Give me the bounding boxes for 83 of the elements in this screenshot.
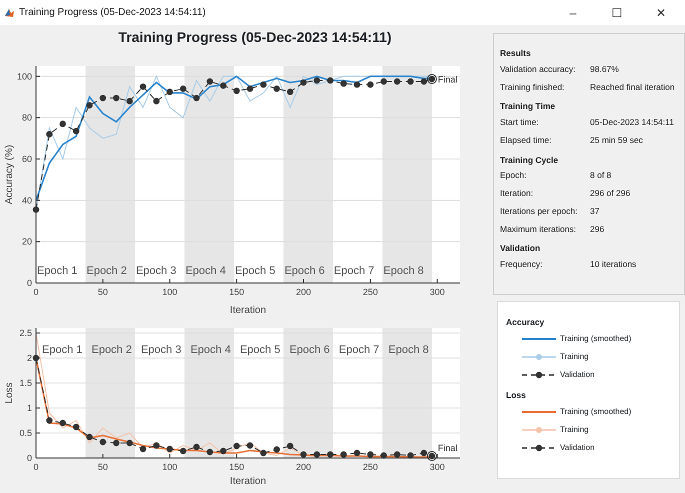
tick-label: 200 xyxy=(296,287,312,297)
info-value: 98.67% xyxy=(590,62,619,76)
section-heading: Validation xyxy=(500,242,542,255)
final-label: Final xyxy=(438,74,458,85)
legend-label: Validation xyxy=(560,442,595,454)
tick-label: 1.5 xyxy=(19,378,32,388)
info-value: 10 iterations xyxy=(590,258,636,271)
epoch-label: Epoch 5 xyxy=(234,265,276,277)
tick-label: 300 xyxy=(430,287,445,297)
tick-label: 300 xyxy=(430,462,445,472)
tick-label: 2 xyxy=(26,353,32,363)
epoch-label: Epoch 2 xyxy=(86,265,127,277)
y-axis-label: Accuracy (%) xyxy=(4,144,15,204)
legend-label: Training (smoothed) xyxy=(560,332,632,345)
info-value: 37 xyxy=(590,204,600,218)
tick-label: 40 xyxy=(22,195,32,206)
info-value: Reached final iteration xyxy=(590,80,675,94)
x-axis-label: Iteration xyxy=(230,476,266,487)
close-button[interactable]: ✕ xyxy=(641,4,681,22)
info-label: Maximum iterations: xyxy=(500,222,578,236)
section-heading: Results xyxy=(500,47,532,60)
section-heading: Training Cycle xyxy=(500,154,560,166)
legend-label: Training (smoothed) xyxy=(560,406,632,418)
info-label: Iterations per epoch: xyxy=(500,204,578,218)
info-label: Epoch: xyxy=(500,169,528,182)
tick-label: 80 xyxy=(22,112,32,123)
info-value: 25 min 59 sec xyxy=(590,134,643,146)
info-value: 296 of 296 xyxy=(590,187,630,200)
epoch-label: Epoch 6 xyxy=(284,265,325,277)
info-label: Elapsed time: xyxy=(500,134,552,146)
tick-label: 200 xyxy=(296,462,312,472)
info-label: Start time: xyxy=(500,116,540,129)
epoch-label: Epoch 8 xyxy=(388,344,429,356)
epoch-label: Epoch 3 xyxy=(140,344,182,356)
section-heading: Training Time xyxy=(500,100,556,113)
plot-title: Training Progress (05-Dec-2023 14:54:11) xyxy=(117,28,393,47)
info-value: 8 of 8 xyxy=(590,169,612,182)
epoch-label: Epoch 7 xyxy=(334,265,374,277)
tick-label: 0 xyxy=(34,462,38,472)
maximize-button[interactable]: ☐ xyxy=(597,4,637,22)
tick-label: 250 xyxy=(362,287,378,297)
legend-heading: Loss xyxy=(506,388,527,402)
tick-label: 50 xyxy=(98,462,108,472)
epoch-label: Epoch 1 xyxy=(37,265,78,277)
info-label: Validation accuracy: xyxy=(500,62,576,76)
tick-label: 100 xyxy=(162,462,178,472)
info-value: 05-Dec-2023 14:54:11 xyxy=(590,116,674,129)
tick-label: 1 xyxy=(26,403,32,413)
legend-label: Training xyxy=(560,350,589,363)
tick-label: 250 xyxy=(362,462,378,472)
info-value: 296 xyxy=(590,222,604,236)
legend-label: Training xyxy=(560,424,589,436)
epoch-label: Epoch 8 xyxy=(383,265,424,277)
epoch-label: Epoch 2 xyxy=(92,344,132,356)
tick-label: 0 xyxy=(26,453,32,463)
tick-label: 2.5 xyxy=(19,328,32,338)
legend-heading: Accuracy xyxy=(506,316,546,329)
tick-label: 100 xyxy=(162,287,178,297)
info-label: Iteration: xyxy=(500,187,534,200)
tick-label: 50 xyxy=(98,287,108,297)
window-title: Training Progress (05-Dec-2023 14:54:11) xyxy=(19,6,207,20)
x-axis-label: Iteration xyxy=(230,305,266,316)
legend-label: Validation xyxy=(560,368,595,381)
epoch-label: Epoch 6 xyxy=(289,344,330,356)
minimize-button[interactable]: – xyxy=(553,4,593,22)
tick-label: 20 xyxy=(22,236,32,247)
tick-label: 0 xyxy=(26,278,32,288)
tick-label: 0 xyxy=(34,287,38,297)
epoch-label: Epoch 1 xyxy=(42,344,82,356)
tick-label: 150 xyxy=(229,287,244,297)
y-axis-label: Loss xyxy=(4,382,15,404)
epoch-label: Epoch 4 xyxy=(190,344,231,356)
tick-label: 100 xyxy=(16,71,32,82)
epoch-label: Epoch 7 xyxy=(338,344,380,356)
tick-label: 150 xyxy=(229,462,244,472)
tick-label: 60 xyxy=(22,154,32,164)
final-label: Final xyxy=(438,443,458,453)
info-label: Frequency: xyxy=(500,258,544,271)
epoch-label: Epoch 5 xyxy=(240,344,280,356)
tick-label: 0.5 xyxy=(19,428,32,438)
info-label: Training finished: xyxy=(500,80,566,94)
epoch-label: Epoch 4 xyxy=(185,265,226,277)
epoch-label: Epoch 3 xyxy=(136,265,176,277)
